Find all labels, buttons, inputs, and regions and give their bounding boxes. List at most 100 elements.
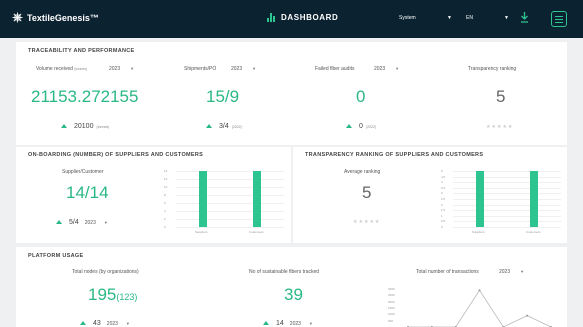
- supplier-customer-delta: 5/4 2023 ▼: [56, 219, 108, 226]
- data-point[interactable]: [478, 289, 481, 292]
- x-tick-label: Customers: [249, 230, 264, 234]
- bar-chart-icon: [267, 13, 275, 22]
- total-nodes-delta: 43 2023 ▼: [80, 320, 130, 327]
- chevron-down-icon: ▼: [447, 15, 452, 21]
- volume-received-value: 21153.272155: [31, 87, 139, 106]
- gridline: [453, 221, 561, 223]
- supplier-customer-value: 14/14: [66, 183, 109, 202]
- transactions-series-line: [408, 289, 552, 327]
- dashboard-title-text: DASHBOARD: [281, 13, 339, 22]
- transactions-line-svg: [407, 289, 552, 327]
- rating-stars: ★★★★★: [353, 219, 381, 225]
- data-point[interactable]: [526, 314, 529, 317]
- onboarding-panel: ON-BOARDING (NUMBER) OF SUPPLIERS AND CU…: [16, 147, 291, 243]
- chevron-down-icon: ▼: [395, 66, 400, 71]
- shipments-label: Shipments/PO: [184, 66, 217, 72]
- supplier-customer-label: Supplier/Customer: [62, 169, 104, 175]
- trend-up-icon: [56, 220, 62, 224]
- gridline: [176, 203, 284, 204]
- y-tick-label: 0: [164, 225, 166, 229]
- total-nodes-value: 195(123): [88, 285, 138, 304]
- fibers-tracked-label: No of sustainable fibers tracked: [249, 269, 320, 275]
- y-tick-label: 2.5: [441, 197, 446, 201]
- trend-up-icon: [80, 321, 86, 325]
- transactions-label: Total number of transactions: [416, 269, 479, 275]
- chevron-down-icon: ▼: [252, 66, 257, 71]
- bar-customers[interactable]: [530, 171, 538, 227]
- onboarding-year-select[interactable]: 2023 ▼: [85, 220, 108, 226]
- fibers-year-select[interactable]: 2023 ▼: [290, 321, 313, 327]
- download-icon[interactable]: [520, 11, 530, 25]
- chevron-down-icon: ▼: [125, 321, 130, 326]
- x-tick-label: Suppliers: [195, 230, 208, 234]
- y-tick-label: 8: [164, 193, 166, 197]
- total-nodes-label: Total nodes (by organizations): [72, 269, 139, 275]
- transparency-ranking-label: Transparency ranking: [468, 66, 517, 72]
- y-tick-label: 6: [164, 201, 166, 205]
- y-tick-label: 14: [164, 169, 168, 173]
- chevron-down-icon: ▼: [130, 66, 135, 71]
- platform-title: PLATFORM USAGE: [28, 253, 84, 259]
- y-tick-label: 12: [164, 177, 168, 181]
- y-tick-label: 0: [441, 225, 443, 229]
- dashboard-title: DASHBOARD: [267, 13, 338, 22]
- account-select-value: System: [399, 15, 416, 21]
- x-tick-label: Suppliers: [472, 230, 485, 234]
- gridline: [176, 227, 284, 228]
- y-tick-label: 2: [164, 217, 166, 221]
- trend-up-icon: [206, 124, 212, 128]
- brand-name: TextileGenesis™: [27, 12, 99, 23]
- y-tick-label: 3.5: [441, 185, 446, 190]
- volume-year-select[interactable]: 2023 ▼: [109, 66, 134, 72]
- onboarding-title: ON-BOARDING (NUMBER) OF SUPPLIERS AND CU…: [28, 152, 204, 158]
- transactions-line-chart: 3000 2500 2000 1500 1000 500: [386, 287, 556, 327]
- y-tick-label: 4.5: [441, 174, 446, 179]
- transactions-year-select[interactable]: 2023 ▼: [499, 269, 524, 275]
- fibers-tracked-value: 39: [284, 285, 303, 304]
- platform-panel: PLATFORM USAGE Total nodes (by organizat…: [16, 247, 567, 327]
- y-tick-label: 10: [164, 185, 168, 189]
- nodes-year-select[interactable]: 2023 ▼: [107, 321, 130, 327]
- rating-stars: ★★★★★: [486, 124, 514, 130]
- failed-audits-delta: 0 (2022): [346, 123, 376, 130]
- language-select[interactable]: EN ▼: [466, 15, 509, 21]
- failed-audits-label: Failed fiber audits: [315, 66, 355, 72]
- shipments-year-select[interactable]: 2023 ▼: [231, 66, 256, 72]
- traceability-title: TRACEABILITY AND PERFORMANCE: [28, 48, 135, 54]
- menu-line: [555, 18, 563, 20]
- volume-received-delta: 20100 (tonnes): [61, 123, 109, 130]
- x-tick-label: Customers: [526, 230, 541, 234]
- chevron-down-icon: ▼: [504, 15, 509, 21]
- gridline: [176, 187, 284, 188]
- onboarding-bar-chart: 14 12 10 8 6 4 2 0 Suppliers Customers: [164, 169, 284, 237]
- y-tick-label: 0.5: [441, 219, 446, 224]
- chevron-down-icon: ▼: [103, 220, 108, 225]
- account-select[interactable]: System ▼: [399, 15, 452, 21]
- gridline: [176, 195, 284, 196]
- trend-up-icon: [61, 124, 67, 128]
- y-tick-label: 3: [441, 191, 443, 196]
- fibers-tracked-delta: 14 2023 ▼: [263, 320, 313, 327]
- failed-audits-year-select[interactable]: 2023 ▼: [374, 66, 399, 72]
- bar-suppliers[interactable]: [199, 171, 207, 227]
- menu-line: [555, 15, 563, 17]
- bar-suppliers[interactable]: [476, 171, 484, 227]
- gridline: [453, 215, 561, 217]
- y-tick-label: 2: [441, 202, 443, 207]
- chevron-down-icon: ▼: [520, 269, 525, 274]
- brand-logo[interactable]: TextileGenesis™: [12, 12, 99, 23]
- menu-button[interactable]: [551, 11, 567, 27]
- gridline: [453, 210, 561, 212]
- y-tick-label: 1.5: [441, 208, 446, 213]
- y-tick-label: 4: [441, 180, 443, 185]
- menu-line: [555, 21, 563, 23]
- gridline: [453, 204, 561, 206]
- y-tick-label: 4: [164, 209, 166, 213]
- ranking-panel: TRANSPARENCY RANKING OF SUPPLIERS AND CU…: [293, 147, 567, 243]
- transparency-ranking-value: 5: [496, 87, 506, 106]
- volume-received-label: Volume received (tonnes): [36, 66, 88, 72]
- average-ranking-label: Average ranking: [344, 169, 381, 175]
- bar-customers[interactable]: [253, 171, 261, 227]
- average-ranking-value: 5: [362, 183, 372, 202]
- ranking-bar-chart: 5 4.5 4 3.5 3 2.5 2 1.5 1 0.5 0 Suppliers Customers: [441, 169, 561, 237]
